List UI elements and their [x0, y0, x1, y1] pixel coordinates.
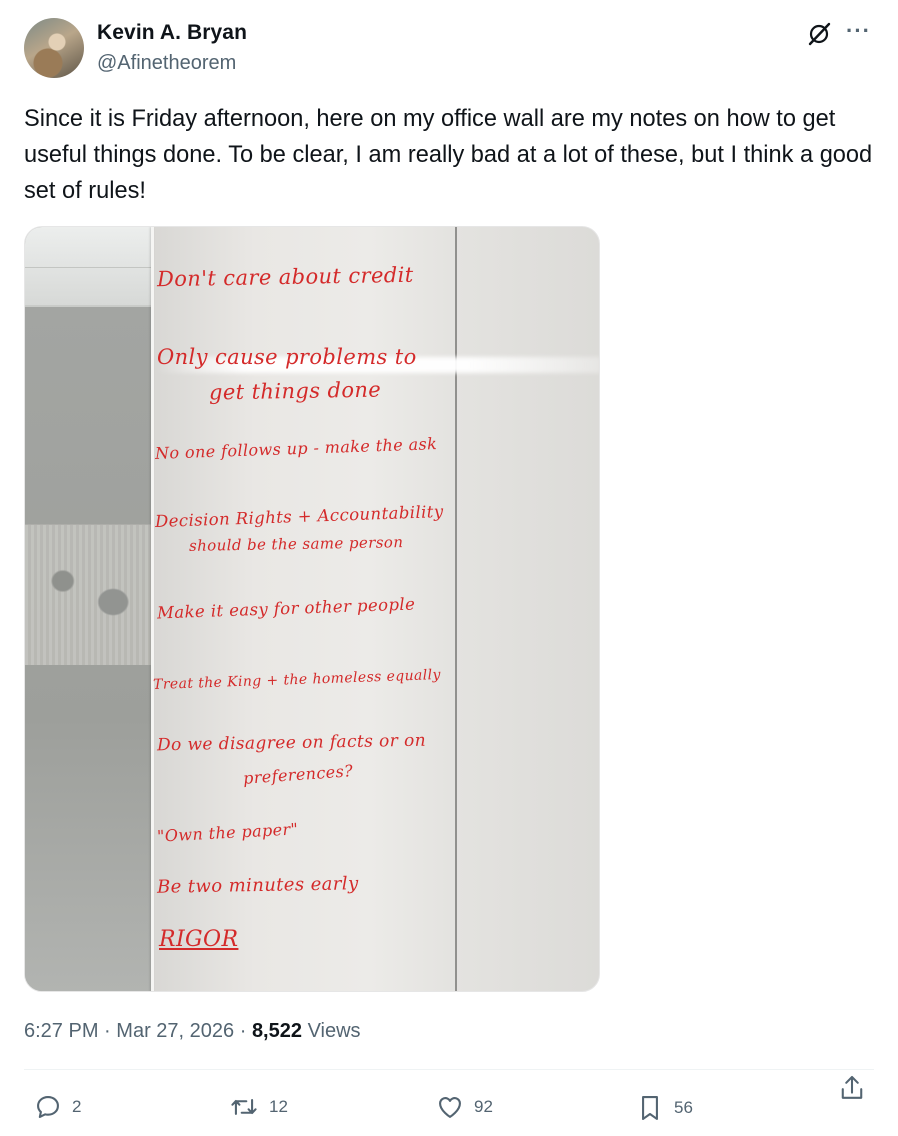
note-decision-rights: Decision Rights + Accountability — [154, 501, 444, 532]
like-button[interactable]: 92 — [436, 1093, 493, 1121]
bookmark-icon — [642, 1096, 658, 1120]
more-icon[interactable]: ··· — [846, 18, 871, 44]
share-icon — [841, 1076, 863, 1099]
tweet-time[interactable]: 6:27 PM — [24, 1020, 98, 1042]
author-name[interactable]: Kevin A. Bryan — [97, 21, 247, 45]
world-map-poster — [25, 524, 151, 665]
share-button[interactable] — [838, 1073, 866, 1103]
views-count: 8,522 — [251, 1020, 302, 1042]
repost-button[interactable]: 12 — [229, 1093, 288, 1121]
like-count: 92 — [474, 1097, 493, 1116]
note-treat-equally: Treat the King + the homeless equally — [152, 666, 442, 694]
reply-count: 2 — [72, 1097, 82, 1116]
bookmark-count: 56 — [674, 1098, 693, 1117]
meta-separator: · — [104, 1020, 111, 1042]
note-easy: Make it easy for other people — [156, 594, 416, 623]
divider — [24, 1069, 874, 1070]
author-handle[interactable]: @Afinetheorem — [97, 52, 236, 75]
tweet-photo[interactable]: Don't care about credit Only cause probl… — [24, 226, 600, 992]
note-own-paper: "Own the paper" — [156, 819, 299, 846]
note-decision-rights-2: should be the same person — [188, 533, 404, 555]
note-problems: Only cause problems to — [157, 345, 417, 369]
avatar[interactable] — [24, 18, 84, 78]
whiteboard-seam — [455, 227, 457, 991]
note-rigor: RIGOR — [159, 927, 239, 952]
note-disagree: Do we disagree on facts or on — [156, 730, 427, 756]
reply-icon — [37, 1096, 59, 1118]
ceiling-tile — [25, 227, 151, 307]
repost-count: 12 — [269, 1097, 288, 1116]
reply-button[interactable]: 2 — [34, 1093, 81, 1121]
views-label: Views — [307, 1020, 361, 1042]
note-follow-up: No one follows up - make the ask — [154, 434, 438, 463]
note-early: Be two minutes early — [156, 873, 359, 898]
note-credit: Don't care about credit — [156, 262, 414, 292]
note-disagree-2: preferences? — [242, 761, 354, 788]
heart-icon — [439, 1097, 461, 1118]
grok-icon[interactable] — [806, 21, 832, 47]
tweet-meta: 6:27 PM · Mar 27, 2026 · 8,522 Views — [24, 1020, 361, 1043]
tweet-text: Since it is Friday afternoon, here on my… — [24, 106, 873, 204]
bookmark-button[interactable]: 56 — [636, 1093, 693, 1123]
note-problems-2: get things done — [208, 377, 382, 405]
whiteboard-edge — [151, 227, 154, 991]
repost-icon — [231, 1099, 257, 1115]
meta-separator: · — [239, 1020, 247, 1042]
tweet-date[interactable]: Mar 27, 2026 — [116, 1020, 234, 1042]
